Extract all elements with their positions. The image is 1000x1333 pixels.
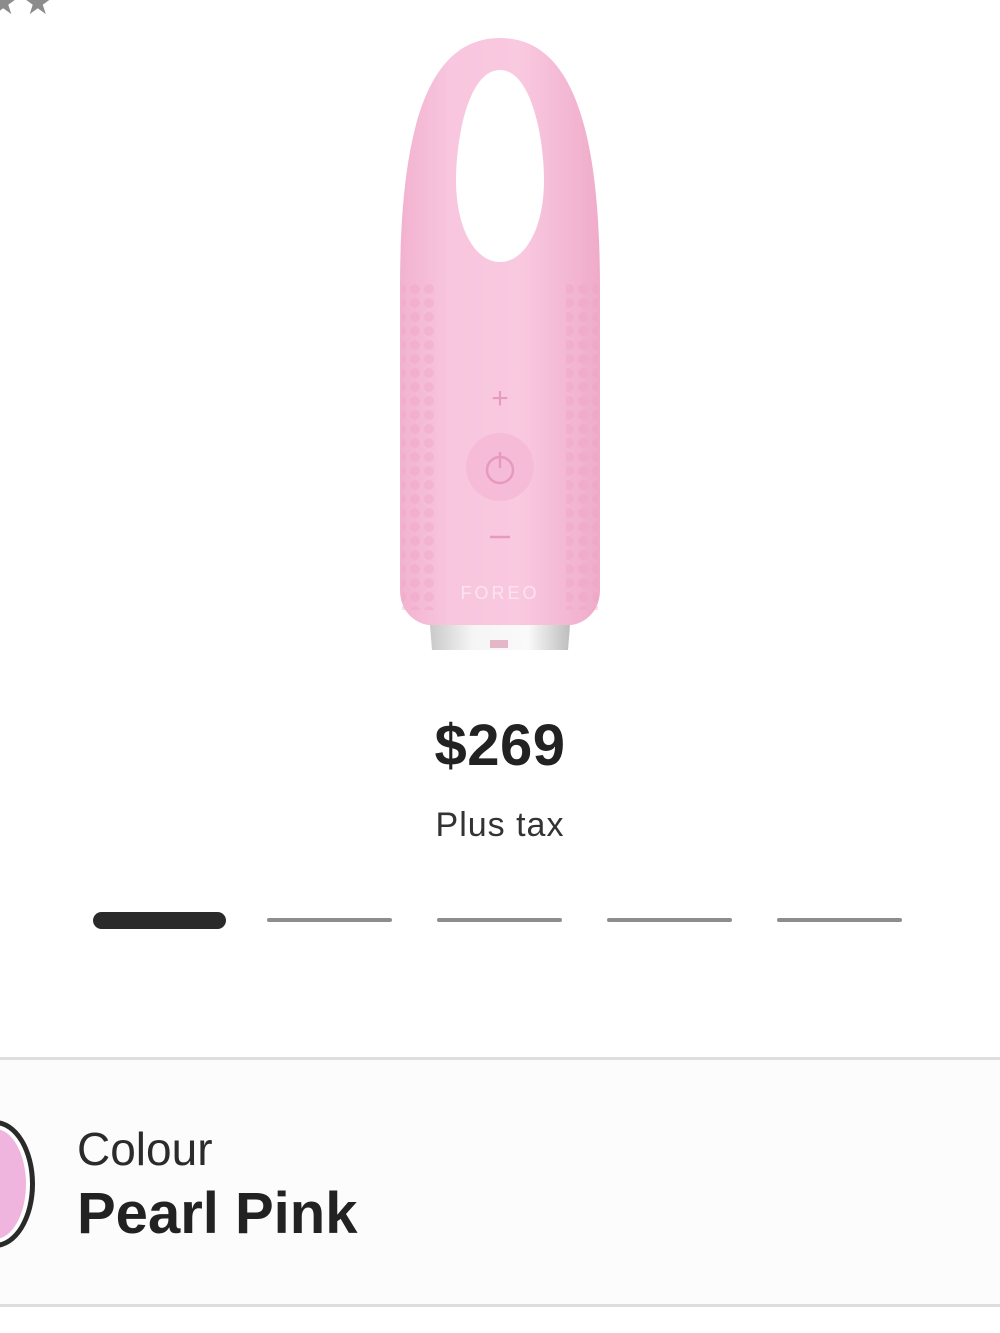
star-icon: ★ <box>0 0 19 22</box>
colour-selector[interactable]: Colour Pearl Pink <box>0 1060 1000 1305</box>
carousel-dot-5[interactable] <box>777 918 902 922</box>
price-note: Plus tax <box>435 806 565 844</box>
brand-logo: FOREO <box>460 583 539 603</box>
image-carousel-indicator <box>93 910 905 930</box>
product-image: + FOREO <box>400 38 600 650</box>
colour-value: Pearl Pink <box>77 1181 358 1246</box>
price-amount: $269 <box>434 713 566 778</box>
colour-swatch-fill <box>0 1129 26 1239</box>
divider <box>0 1304 1000 1307</box>
carousel-dot-1[interactable] <box>93 912 226 929</box>
rating-stars: ★ ★ <box>0 0 53 20</box>
star-icon: ★ <box>22 0 53 22</box>
carousel-dot-2[interactable] <box>267 918 392 922</box>
colour-label: Colour <box>77 1123 213 1175</box>
plus-icon: + <box>491 382 509 415</box>
carousel-dot-3[interactable] <box>437 918 562 922</box>
product-page: ★ ★ + FOREO $269 Plus tax Colour Pearl P… <box>0 0 1000 1333</box>
carousel-dot-4[interactable] <box>607 918 732 922</box>
colour-swatch[interactable] <box>0 1120 35 1248</box>
